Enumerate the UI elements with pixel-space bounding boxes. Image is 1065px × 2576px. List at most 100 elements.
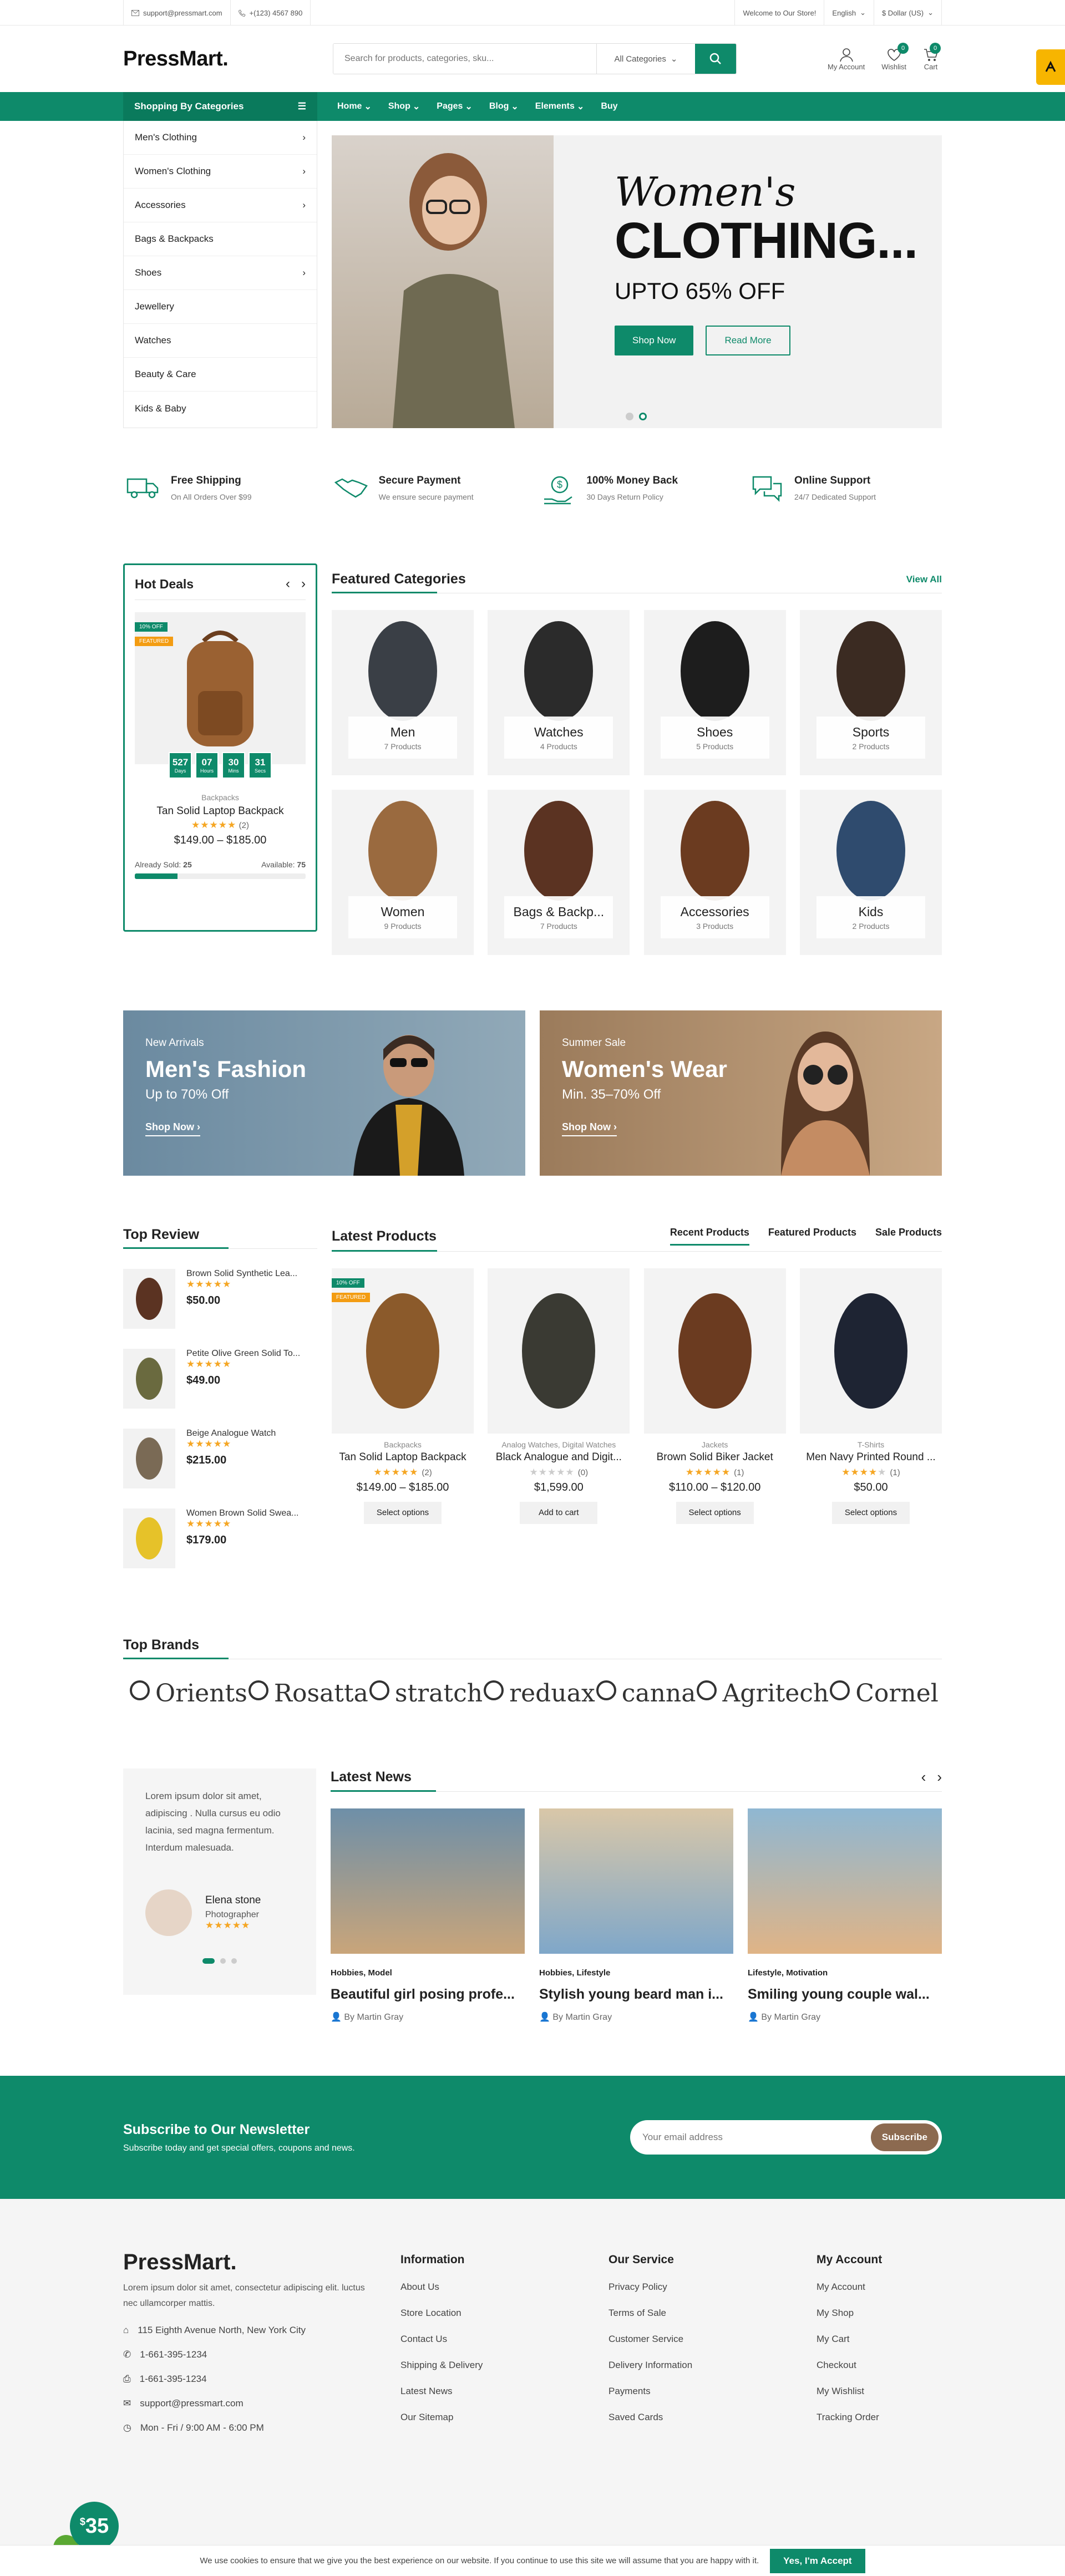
currency-select[interactable]: $ Dollar (US) ⌄ bbox=[873, 0, 942, 26]
brand-logo[interactable]: canna bbox=[595, 1679, 696, 1708]
news-category[interactable]: Hobbies, Lifestyle bbox=[539, 1968, 733, 1978]
footer-link[interactable]: Customer Service bbox=[608, 2334, 816, 2345]
brand-logo[interactable]: Rosatta bbox=[247, 1679, 368, 1708]
footer-phone[interactable]: ✆ 1-661-395-1234 bbox=[123, 2349, 400, 2360]
news-card[interactable]: Hobbies, Lifestyle Stylish young beard ma… bbox=[539, 1808, 733, 2023]
nav-item-pages[interactable]: Pages ⌄ bbox=[437, 101, 473, 112]
footer-link[interactable]: My Wishlist bbox=[816, 2386, 927, 2397]
footer-link[interactable]: Latest News bbox=[400, 2386, 608, 2397]
footer-logo[interactable]: PressMart. bbox=[123, 2250, 400, 2275]
brand-logo[interactable]: Cornel bbox=[829, 1679, 939, 1708]
read-more-button[interactable]: Read More bbox=[706, 326, 790, 355]
news-image[interactable] bbox=[331, 1808, 525, 1954]
footer-link[interactable]: Saved Cards bbox=[608, 2412, 816, 2423]
theme-switcher-tab[interactable] bbox=[1036, 49, 1065, 85]
news-title[interactable]: Beautiful girl posing profe... bbox=[331, 1986, 525, 2003]
sidebar-item-jewellery[interactable]: Jewellery bbox=[124, 290, 317, 324]
testimonial-dot[interactable] bbox=[220, 1958, 226, 1964]
footer-link[interactable]: Privacy Policy bbox=[608, 2282, 816, 2293]
search-category-select[interactable]: All Categories ⌄ bbox=[596, 44, 695, 74]
chevron-left-icon[interactable]: ‹ bbox=[286, 576, 290, 592]
review-product-image[interactable] bbox=[123, 1508, 175, 1568]
footer-link[interactable]: My Cart bbox=[816, 2334, 927, 2345]
tab-sale-products[interactable]: Sale Products bbox=[875, 1227, 942, 1246]
review-product-name[interactable]: Beige Analogue Watch bbox=[186, 1429, 276, 1439]
news-category[interactable]: Lifestyle, Motivation bbox=[748, 1968, 942, 1978]
wishlist-button[interactable]: 0 Wishlist bbox=[881, 42, 909, 71]
product-name[interactable]: Black Analogue and Digit... bbox=[488, 1451, 630, 1464]
review-product-name[interactable]: Women Brown Solid Swea... bbox=[186, 1508, 298, 1518]
banner-shop-now[interactable]: Shop Now › bbox=[562, 1121, 617, 1136]
product-action-button[interactable]: Add to cart bbox=[520, 1502, 598, 1524]
category-card[interactable]: Bags & Backp... 7 Products bbox=[488, 790, 630, 955]
top-phone[interactable]: +(123) 4567 890 bbox=[230, 0, 311, 26]
shopping-categories-button[interactable]: Shopping By Categories ☰ bbox=[123, 92, 317, 121]
subscribe-button[interactable]: Subscribe bbox=[870, 2123, 939, 2151]
news-card[interactable]: Lifestyle, Motivation Smiling young coupl… bbox=[748, 1808, 942, 2023]
list-item[interactable]: Petite Olive Green Solid To... ★★★★★ $49.0… bbox=[123, 1349, 317, 1409]
chevron-left-icon[interactable]: ‹ bbox=[921, 1769, 926, 1786]
cookie-accept-button[interactable]: Yes, I'm Accept bbox=[770, 2548, 865, 2573]
review-product-name[interactable]: Brown Solid Synthetic Lea... bbox=[186, 1269, 297, 1279]
sidebar-item-womens-clothing[interactable]: Women's Clothing › bbox=[124, 155, 317, 189]
nav-item-blog[interactable]: Blog ⌄ bbox=[489, 101, 519, 112]
mens-fashion-banner[interactable]: New Arrivals Men's Fashion Up to 70% Off… bbox=[123, 1010, 525, 1176]
nav-item-home[interactable]: Home ⌄ bbox=[337, 101, 372, 112]
product-action-button[interactable]: Select options bbox=[831, 1502, 910, 1524]
brand-logo[interactable]: Orients bbox=[129, 1679, 247, 1708]
top-email[interactable]: support@pressmart.com bbox=[123, 0, 230, 26]
product-action-button[interactable]: Select options bbox=[364, 1502, 442, 1524]
search-button[interactable] bbox=[695, 44, 736, 74]
brand-logo[interactable]: reduax bbox=[483, 1679, 595, 1708]
review-product-image[interactable] bbox=[123, 1269, 175, 1329]
footer-link[interactable]: My Account bbox=[816, 2282, 927, 2293]
language-select[interactable]: English ⌄ bbox=[824, 0, 874, 26]
product-category[interactable]: Jackets bbox=[644, 1440, 786, 1449]
product-image[interactable] bbox=[799, 1268, 942, 1434]
brand-logo[interactable]: stratch bbox=[368, 1679, 483, 1708]
sidebar-item-accessories[interactable]: Accessories › bbox=[124, 189, 317, 222]
tab-featured-products[interactable]: Featured Products bbox=[768, 1227, 856, 1246]
sidebar-item-watches[interactable]: Watches bbox=[124, 324, 317, 358]
footer-link[interactable]: Delivery Information bbox=[608, 2360, 816, 2371]
news-card[interactable]: Hobbies, Model Beautiful girl posing prof… bbox=[331, 1808, 525, 2023]
my-account-button[interactable]: My Account bbox=[828, 47, 865, 71]
shop-now-button[interactable]: Shop Now bbox=[615, 326, 694, 355]
sidebar-item-beauty[interactable]: Beauty & Care bbox=[124, 358, 317, 392]
news-category[interactable]: Hobbies, Model bbox=[331, 1968, 525, 1978]
footer-link[interactable]: About Us bbox=[400, 2282, 608, 2293]
product-name[interactable]: Tan Solid Laptop Backpack bbox=[332, 1451, 474, 1464]
category-card[interactable]: Accessories 3 Products bbox=[643, 790, 786, 955]
brand-logo[interactable]: Agritech bbox=[696, 1679, 829, 1708]
product-category[interactable]: T-Shirts bbox=[800, 1440, 942, 1449]
product-name[interactable]: Men Navy Printed Round ... bbox=[800, 1451, 942, 1464]
tab-recent-products[interactable]: Recent Products bbox=[670, 1227, 749, 1246]
view-all-link[interactable]: View All bbox=[906, 574, 942, 585]
slider-dot-active[interactable] bbox=[639, 413, 647, 420]
search-input[interactable] bbox=[333, 44, 596, 74]
category-card[interactable]: Watches 4 Products bbox=[488, 610, 630, 775]
womens-wear-banner[interactable]: Summer Sale Women's Wear Min. 35–70% Off… bbox=[540, 1010, 942, 1176]
category-card[interactable]: Shoes 5 Products bbox=[643, 610, 786, 775]
footer-link[interactable]: Terms of Sale bbox=[608, 2308, 816, 2319]
deal-product-image[interactable]: 10% OFF FEATURED bbox=[135, 612, 306, 764]
footer-email[interactable]: ✉ support@pressmart.com bbox=[123, 2398, 400, 2409]
footer-link[interactable]: Contact Us bbox=[400, 2334, 608, 2345]
banner-shop-now[interactable]: Shop Now › bbox=[145, 1121, 201, 1136]
chevron-right-icon[interactable]: › bbox=[937, 1769, 942, 1786]
category-card[interactable]: Sports 2 Products bbox=[799, 610, 942, 775]
footer-link[interactable]: Shipping & Delivery bbox=[400, 2360, 608, 2371]
footer-link[interactable]: Tracking Order bbox=[816, 2412, 927, 2423]
newsletter-email-input[interactable]: Your email address bbox=[642, 2132, 723, 2143]
category-card[interactable]: Kids 2 Products bbox=[799, 790, 942, 955]
category-card[interactable]: Women 9 Products bbox=[332, 790, 474, 955]
news-image[interactable] bbox=[748, 1808, 942, 1954]
footer-link[interactable]: Payments bbox=[608, 2386, 816, 2397]
testimonial-dot[interactable] bbox=[231, 1958, 237, 1964]
slider-dot[interactable] bbox=[626, 413, 633, 420]
nav-item-elements[interactable]: Elements ⌄ bbox=[535, 101, 585, 112]
product-image[interactable] bbox=[488, 1268, 630, 1434]
review-product-image[interactable] bbox=[123, 1429, 175, 1488]
sidebar-item-kids[interactable]: Kids & Baby bbox=[124, 392, 317, 425]
product-category[interactable]: Analog Watches, Digital Watches bbox=[488, 1440, 630, 1449]
